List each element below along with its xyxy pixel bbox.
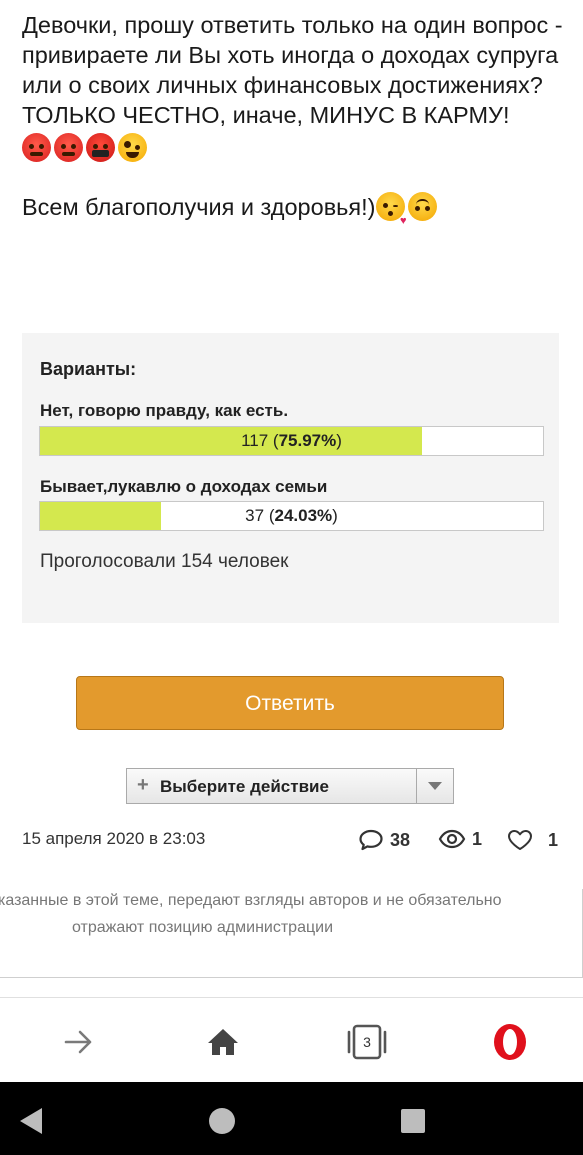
back-icon: [20, 1108, 42, 1134]
comments-stat[interactable]: 38: [358, 828, 410, 852]
system-home-button[interactable]: [205, 1104, 239, 1138]
tabs-button[interactable]: 3: [345, 1020, 389, 1064]
face-blowing-kiss-icon: ♥: [375, 192, 407, 227]
dropdown-toggle[interactable]: [416, 769, 453, 803]
poll-panel: Варианты: Нет, говорю правду, как есть. …: [22, 333, 559, 623]
action-select[interactable]: + Выберите действие: [126, 768, 454, 804]
poll-title: Варианты:: [40, 359, 137, 379]
comment-icon: [359, 829, 383, 851]
poll-option-result: 117 (75.97%): [241, 431, 342, 450]
angry-face-icon: [22, 132, 51, 162]
likes-stat[interactable]: 1: [506, 828, 558, 852]
opera-icon: [494, 1024, 526, 1060]
tabs-icon: 3: [347, 1024, 387, 1060]
browser-toolbar: 3: [0, 997, 583, 1083]
system-back-button[interactable]: [14, 1104, 48, 1138]
poll-option-bar[interactable]: 117 (75.97%): [39, 426, 544, 456]
pouting-face-icon: [54, 132, 83, 162]
comments-count: 38: [390, 829, 411, 850]
upside-down-face-icon: [407, 192, 437, 221]
post-wishes: Всем благополучия и здоровья!) ♥: [22, 192, 570, 227]
disclaimer: казанные в этой теме, передают взгляды а…: [0, 889, 583, 978]
tabs-count: 3: [363, 1034, 371, 1050]
home-button[interactable]: [201, 1020, 245, 1064]
forward-button[interactable]: [57, 1020, 101, 1064]
disclaimer-line-1: казанные в этой теме, передают взгляды а…: [0, 892, 502, 909]
home-circle-icon: [209, 1108, 235, 1134]
poll-option-label: Нет, говорю правду, как есть.: [40, 401, 289, 420]
eye-icon: [438, 829, 466, 849]
post-text: Девочки, прошу ответить только на один в…: [22, 10, 570, 227]
likes-count: 1: [548, 829, 559, 850]
post-date: 15 апреля 2020 в 23:03: [22, 829, 206, 848]
home-icon: [208, 1029, 238, 1055]
action-select-label: Выберите действие: [160, 777, 329, 796]
poll-total: Проголосовали 154 человек: [40, 551, 289, 572]
zany-face-icon: [118, 132, 147, 162]
views-stat: 1: [438, 828, 482, 850]
poll-option-result: 37 (24.03%): [245, 506, 338, 525]
face-with-symbols-on-mouth-icon: [86, 132, 115, 162]
post-question: Девочки, прошу ответить только на один в…: [22, 12, 563, 98]
views-count: 1: [472, 828, 483, 849]
heart-icon: [508, 830, 532, 850]
post-meta: 15 апреля 2020 в 23:03 38 1 1: [22, 828, 562, 858]
system-navigation-bar: [0, 1082, 583, 1155]
poll-option-label: Бывает,лукавлю о доходах семьи: [40, 477, 328, 496]
emoji-row: [22, 132, 570, 162]
recents-icon: [401, 1109, 425, 1133]
disclaimer-line-2: отражают позицию администрации: [72, 919, 334, 936]
plus-icon: +: [137, 774, 149, 796]
reply-button[interactable]: Ответить: [76, 676, 504, 730]
system-recents-button[interactable]: [396, 1104, 430, 1138]
post-warning: ТОЛЬКО ЧЕСТНО, иначе, МИНУС В КАРМУ!: [22, 102, 510, 128]
chevron-down-icon: [428, 782, 442, 790]
forward-icon: [64, 1030, 92, 1054]
post-wishes-text: Всем благополучия и здоровья!): [22, 194, 376, 220]
opera-menu-button[interactable]: [488, 1020, 532, 1064]
poll-option-bar[interactable]: 37 (24.03%): [39, 501, 544, 531]
